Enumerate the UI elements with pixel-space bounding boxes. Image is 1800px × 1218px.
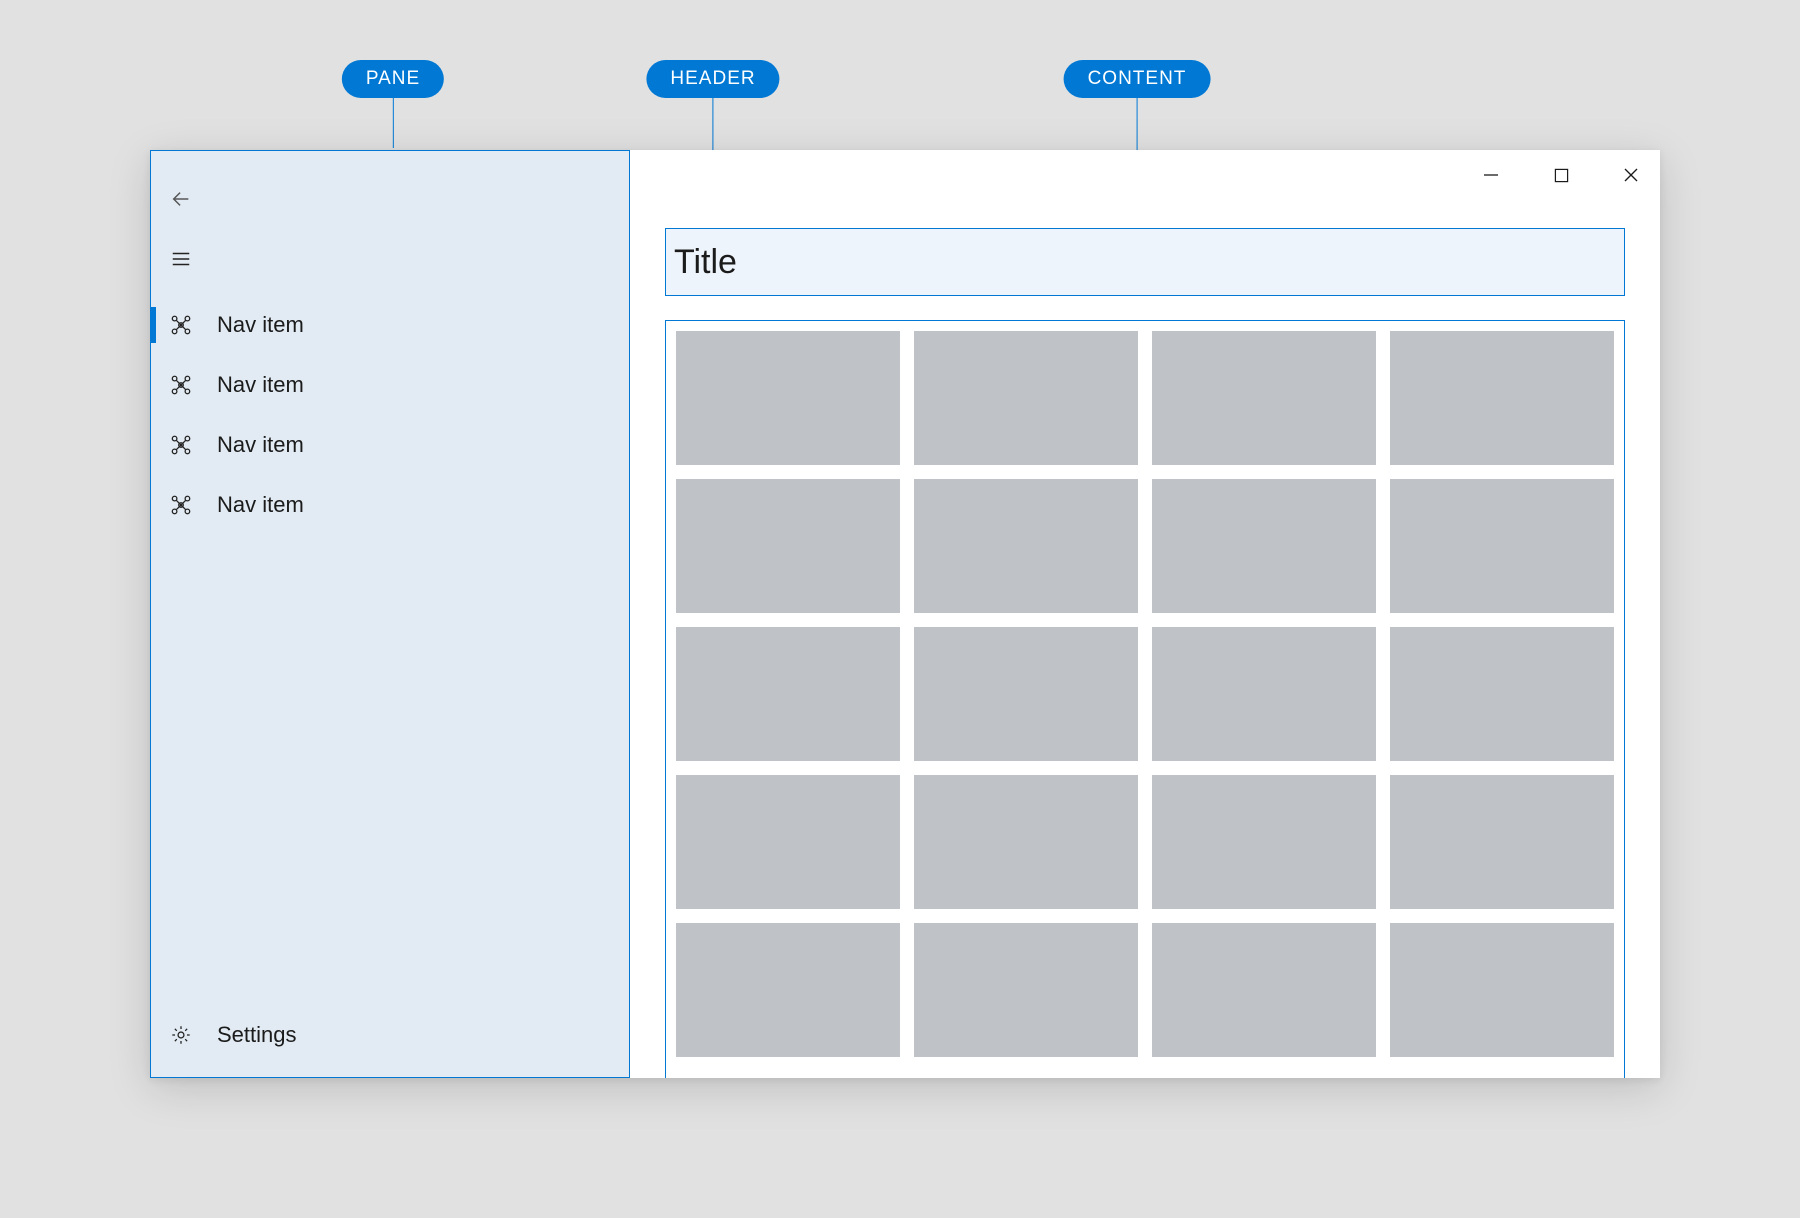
nav-list: Nav item Nav item [151,295,629,535]
settings-label: Settings [217,1022,297,1048]
callout-pane: PANE [342,60,444,148]
nav-item-icon [169,493,193,517]
content-tile[interactable] [1152,923,1376,1057]
main-area: Title [630,150,1660,1078]
content-tile[interactable] [1390,923,1614,1057]
content-tile[interactable] [1152,479,1376,613]
content-tile[interactable] [1152,775,1376,909]
hamburger-button[interactable] [151,229,211,289]
nav-item-icon [169,313,193,337]
nav-item-label: Nav item [217,372,304,398]
app-window: Nav item Nav item [150,150,1660,1078]
minimize-button[interactable] [1476,160,1506,190]
nav-item-label: Nav item [217,432,304,458]
content-tile[interactable] [914,923,1138,1057]
nav-item[interactable]: Nav item [151,415,629,475]
minimize-icon [1483,167,1499,183]
content-tile[interactable] [1390,627,1614,761]
nav-item-icon [169,373,193,397]
back-arrow-icon [170,188,192,210]
content-tile[interactable] [914,627,1138,761]
content-tile[interactable] [914,479,1138,613]
close-icon [1623,167,1639,183]
page-title: Title [674,243,737,282]
back-button[interactable] [151,169,211,229]
content-tile[interactable] [676,775,900,909]
content-tile[interactable] [1390,479,1614,613]
content-tile[interactable] [676,331,900,465]
maximize-button[interactable] [1546,160,1576,190]
window-controls [1476,160,1646,190]
close-button[interactable] [1616,160,1646,190]
content-tile[interactable] [1390,775,1614,909]
content-tile[interactable] [914,331,1138,465]
content-tile[interactable] [676,479,900,613]
nav-item-label: Nav item [217,492,304,518]
content-region [665,320,1625,1078]
header-region: Title [665,228,1625,296]
content-tile[interactable] [676,923,900,1057]
nav-item[interactable]: Nav item [151,475,629,535]
navigation-pane: Nav item Nav item [150,150,630,1078]
gear-icon [169,1023,193,1047]
nav-item-icon [169,433,193,457]
content-grid [676,331,1614,1057]
nav-item-label: Nav item [217,312,304,338]
callout-pane-label: PANE [342,60,444,98]
callout-content-label: CONTENT [1064,60,1211,98]
nav-item[interactable]: Nav item [151,295,629,355]
hamburger-icon [170,248,192,270]
content-tile[interactable] [1390,331,1614,465]
content-tile[interactable] [1152,627,1376,761]
content-tile[interactable] [676,627,900,761]
settings-item[interactable]: Settings [151,1005,629,1065]
nav-item[interactable]: Nav item [151,355,629,415]
content-tile[interactable] [1152,331,1376,465]
content-tile[interactable] [914,775,1138,909]
callout-header-label: HEADER [646,60,779,98]
maximize-icon [1554,168,1569,183]
